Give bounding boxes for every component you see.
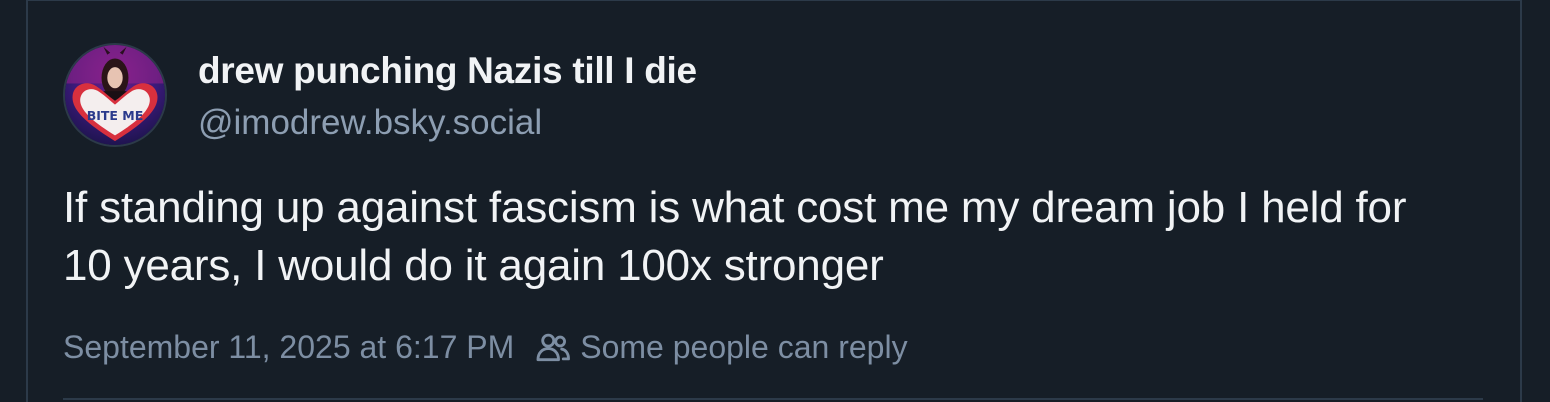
- divider: [63, 398, 1483, 400]
- author-handle[interactable]: @imodrew.bsky.social: [198, 101, 542, 145]
- avatar-image: BITE ME: [65, 45, 165, 145]
- post-meta: September 11, 2025 at 6:17 PM Some peopl…: [63, 325, 908, 369]
- reply-setting-label: Some people can reply: [580, 329, 908, 365]
- avatar-text: BITE ME: [87, 108, 144, 123]
- reply-setting[interactable]: Some people can reply: [534, 325, 908, 369]
- post-timestamp[interactable]: September 11, 2025 at 6:17 PM: [63, 325, 514, 369]
- post-card: BITE ME drew punching Nazis till I die @…: [26, 0, 1522, 402]
- people-icon: [536, 333, 571, 362]
- author-avatar[interactable]: BITE ME: [63, 43, 167, 147]
- author-display-name[interactable]: drew punching Nazis till I die: [198, 48, 697, 94]
- post-text: If standing up against fascism is what c…: [63, 183, 1407, 290]
